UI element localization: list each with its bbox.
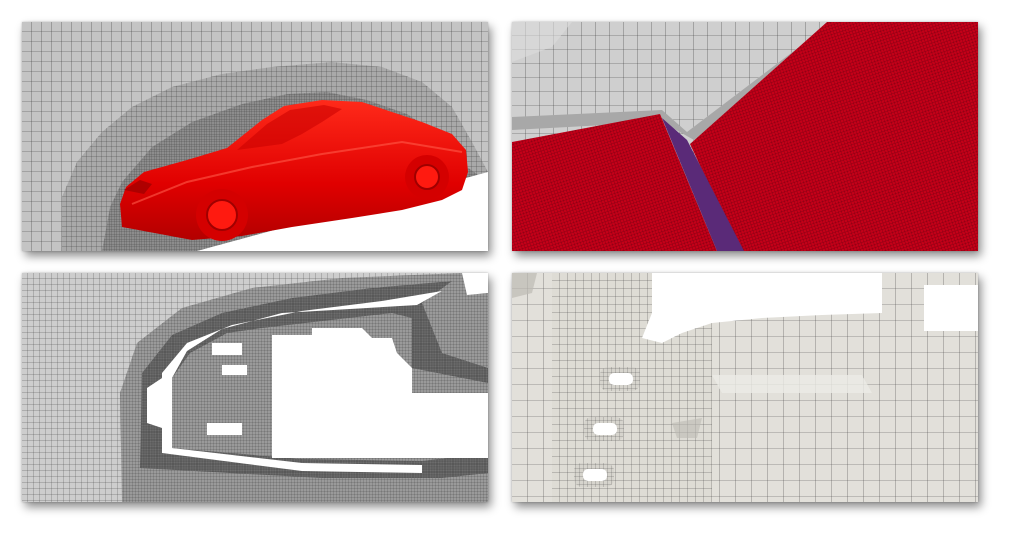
car-mesh-image	[22, 22, 488, 251]
surface-mesh-panel	[512, 22, 978, 251]
obstacle-right	[924, 285, 978, 331]
detail-mesh-panel	[512, 273, 978, 502]
cross-section-panel	[22, 273, 488, 502]
car-mesh-panel	[22, 22, 488, 251]
detail-mesh-image	[512, 273, 978, 502]
surface-mesh-image	[512, 22, 978, 251]
cross-section-image	[22, 273, 488, 502]
